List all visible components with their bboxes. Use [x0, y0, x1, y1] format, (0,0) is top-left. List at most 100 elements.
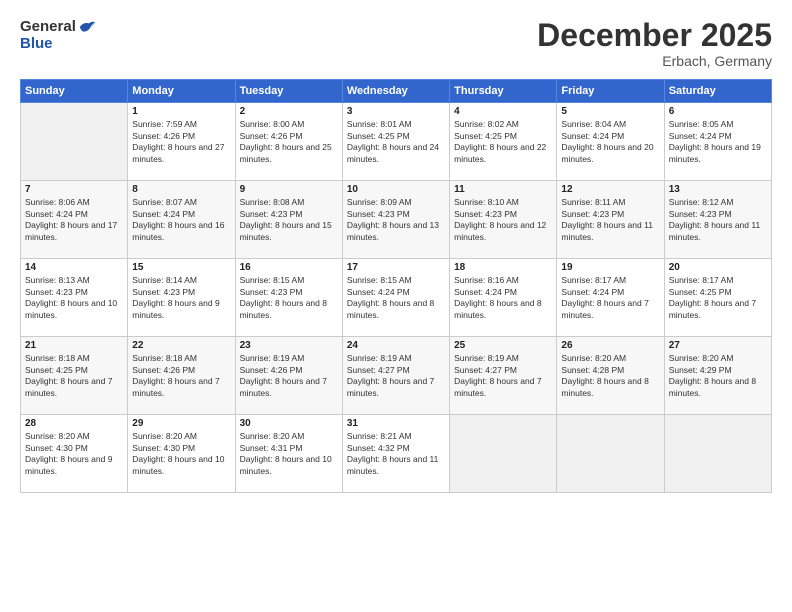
- logo-blue-text: Blue: [20, 35, 53, 52]
- day-number: 29: [132, 418, 230, 429]
- calendar-cell: 1 Sunrise: 7:59 AMSunset: 4:26 PMDayligh…: [128, 103, 235, 181]
- day-number: 6: [669, 106, 767, 117]
- calendar-cell: 9 Sunrise: 8:08 AMSunset: 4:23 PMDayligh…: [235, 181, 342, 259]
- day-number: 27: [669, 340, 767, 351]
- calendar-cell: 30 Sunrise: 8:20 AMSunset: 4:31 PMDaylig…: [235, 415, 342, 493]
- cell-content: Sunrise: 8:08 AMSunset: 4:23 PMDaylight:…: [240, 197, 332, 241]
- cell-content: Sunrise: 8:20 AMSunset: 4:28 PMDaylight:…: [561, 353, 648, 397]
- day-number: 16: [240, 262, 338, 273]
- calendar-cell: 12 Sunrise: 8:11 AMSunset: 4:23 PMDaylig…: [557, 181, 664, 259]
- calendar-week-2: 14 Sunrise: 8:13 AMSunset: 4:23 PMDaylig…: [21, 259, 772, 337]
- cell-content: Sunrise: 8:09 AMSunset: 4:23 PMDaylight:…: [347, 197, 439, 241]
- day-number: 30: [240, 418, 338, 429]
- cell-content: Sunrise: 8:01 AMSunset: 4:25 PMDaylight:…: [347, 119, 439, 163]
- day-number: 21: [25, 340, 123, 351]
- calendar-cell: 17 Sunrise: 8:15 AMSunset: 4:24 PMDaylig…: [342, 259, 449, 337]
- day-number: 11: [454, 184, 552, 195]
- day-number: 1: [132, 106, 230, 117]
- cell-content: Sunrise: 8:15 AMSunset: 4:23 PMDaylight:…: [240, 275, 327, 319]
- header-saturday: Saturday: [664, 80, 771, 103]
- calendar-cell: 20 Sunrise: 8:17 AMSunset: 4:25 PMDaylig…: [664, 259, 771, 337]
- calendar-cell: 22 Sunrise: 8:18 AMSunset: 4:26 PMDaylig…: [128, 337, 235, 415]
- calendar-cell: 14 Sunrise: 8:13 AMSunset: 4:23 PMDaylig…: [21, 259, 128, 337]
- day-number: 23: [240, 340, 338, 351]
- cell-content: Sunrise: 8:18 AMSunset: 4:26 PMDaylight:…: [132, 353, 219, 397]
- calendar-cell: [450, 415, 557, 493]
- calendar-cell: 10 Sunrise: 8:09 AMSunset: 4:23 PMDaylig…: [342, 181, 449, 259]
- day-number: 28: [25, 418, 123, 429]
- calendar-cell: 23 Sunrise: 8:19 AMSunset: 4:26 PMDaylig…: [235, 337, 342, 415]
- day-number: 25: [454, 340, 552, 351]
- day-number: 5: [561, 106, 659, 117]
- calendar-cell: 8 Sunrise: 8:07 AMSunset: 4:24 PMDayligh…: [128, 181, 235, 259]
- calendar-cell: 6 Sunrise: 8:05 AMSunset: 4:24 PMDayligh…: [664, 103, 771, 181]
- header-tuesday: Tuesday: [235, 80, 342, 103]
- day-number: 3: [347, 106, 445, 117]
- calendar-cell: 28 Sunrise: 8:20 AMSunset: 4:30 PMDaylig…: [21, 415, 128, 493]
- calendar-cell: 11 Sunrise: 8:10 AMSunset: 4:23 PMDaylig…: [450, 181, 557, 259]
- day-number: 19: [561, 262, 659, 273]
- day-number: 26: [561, 340, 659, 351]
- calendar-cell: 18 Sunrise: 8:16 AMSunset: 4:24 PMDaylig…: [450, 259, 557, 337]
- header-friday: Friday: [557, 80, 664, 103]
- calendar-cell: 5 Sunrise: 8:04 AMSunset: 4:24 PMDayligh…: [557, 103, 664, 181]
- cell-content: Sunrise: 8:18 AMSunset: 4:25 PMDaylight:…: [25, 353, 112, 397]
- cell-content: Sunrise: 8:20 AMSunset: 4:30 PMDaylight:…: [25, 431, 112, 475]
- day-number: 22: [132, 340, 230, 351]
- day-number: 4: [454, 106, 552, 117]
- cell-content: Sunrise: 8:19 AMSunset: 4:26 PMDaylight:…: [240, 353, 327, 397]
- logo-general-text: General: [20, 18, 76, 35]
- calendar-table: Sunday Monday Tuesday Wednesday Thursday…: [20, 79, 772, 493]
- day-number: 8: [132, 184, 230, 195]
- month-title: December 2025: [537, 18, 772, 53]
- calendar-cell: 27 Sunrise: 8:20 AMSunset: 4:29 PMDaylig…: [664, 337, 771, 415]
- cell-content: Sunrise: 8:14 AMSunset: 4:23 PMDaylight:…: [132, 275, 219, 319]
- logo-bird-icon: [78, 19, 96, 35]
- cell-content: Sunrise: 8:17 AMSunset: 4:25 PMDaylight:…: [669, 275, 756, 319]
- cell-content: Sunrise: 8:16 AMSunset: 4:24 PMDaylight:…: [454, 275, 541, 319]
- calendar-cell: [664, 415, 771, 493]
- cell-content: Sunrise: 8:06 AMSunset: 4:24 PMDaylight:…: [25, 197, 117, 241]
- cell-content: Sunrise: 8:05 AMSunset: 4:24 PMDaylight:…: [669, 119, 761, 163]
- day-number: 15: [132, 262, 230, 273]
- header-wednesday: Wednesday: [342, 80, 449, 103]
- cell-content: Sunrise: 8:02 AMSunset: 4:25 PMDaylight:…: [454, 119, 546, 163]
- location-subtitle: Erbach, Germany: [537, 53, 772, 69]
- header-row: Sunday Monday Tuesday Wednesday Thursday…: [21, 80, 772, 103]
- cell-content: Sunrise: 8:20 AMSunset: 4:31 PMDaylight:…: [240, 431, 332, 475]
- day-number: 13: [669, 184, 767, 195]
- header-thursday: Thursday: [450, 80, 557, 103]
- day-number: 24: [347, 340, 445, 351]
- calendar-cell: 24 Sunrise: 8:19 AMSunset: 4:27 PMDaylig…: [342, 337, 449, 415]
- cell-content: Sunrise: 7:59 AMSunset: 4:26 PMDaylight:…: [132, 119, 224, 163]
- calendar-cell: 4 Sunrise: 8:02 AMSunset: 4:25 PMDayligh…: [450, 103, 557, 181]
- calendar-cell: 25 Sunrise: 8:19 AMSunset: 4:27 PMDaylig…: [450, 337, 557, 415]
- calendar-cell: 21 Sunrise: 8:18 AMSunset: 4:25 PMDaylig…: [21, 337, 128, 415]
- day-number: 31: [347, 418, 445, 429]
- calendar-cell: 31 Sunrise: 8:21 AMSunset: 4:32 PMDaylig…: [342, 415, 449, 493]
- cell-content: Sunrise: 8:04 AMSunset: 4:24 PMDaylight:…: [561, 119, 653, 163]
- header-sunday: Sunday: [21, 80, 128, 103]
- header-monday: Monday: [128, 80, 235, 103]
- cell-content: Sunrise: 8:10 AMSunset: 4:23 PMDaylight:…: [454, 197, 546, 241]
- cell-content: Sunrise: 8:20 AMSunset: 4:29 PMDaylight:…: [669, 353, 756, 397]
- cell-content: Sunrise: 8:13 AMSunset: 4:23 PMDaylight:…: [25, 275, 117, 319]
- logo: General Blue: [20, 18, 96, 52]
- calendar-week-4: 28 Sunrise: 8:20 AMSunset: 4:30 PMDaylig…: [21, 415, 772, 493]
- day-number: 17: [347, 262, 445, 273]
- calendar-cell: 3 Sunrise: 8:01 AMSunset: 4:25 PMDayligh…: [342, 103, 449, 181]
- day-number: 2: [240, 106, 338, 117]
- day-number: 20: [669, 262, 767, 273]
- calendar-cell: [21, 103, 128, 181]
- day-number: 7: [25, 184, 123, 195]
- page-header: General Blue December 2025 Erbach, Germa…: [20, 18, 772, 69]
- calendar-cell: 16 Sunrise: 8:15 AMSunset: 4:23 PMDaylig…: [235, 259, 342, 337]
- calendar-cell: 2 Sunrise: 8:00 AMSunset: 4:26 PMDayligh…: [235, 103, 342, 181]
- calendar-week-3: 21 Sunrise: 8:18 AMSunset: 4:25 PMDaylig…: [21, 337, 772, 415]
- calendar-cell: 7 Sunrise: 8:06 AMSunset: 4:24 PMDayligh…: [21, 181, 128, 259]
- calendar-cell: [557, 415, 664, 493]
- day-number: 14: [25, 262, 123, 273]
- calendar-cell: 26 Sunrise: 8:20 AMSunset: 4:28 PMDaylig…: [557, 337, 664, 415]
- calendar-week-1: 7 Sunrise: 8:06 AMSunset: 4:24 PMDayligh…: [21, 181, 772, 259]
- calendar-cell: 13 Sunrise: 8:12 AMSunset: 4:23 PMDaylig…: [664, 181, 771, 259]
